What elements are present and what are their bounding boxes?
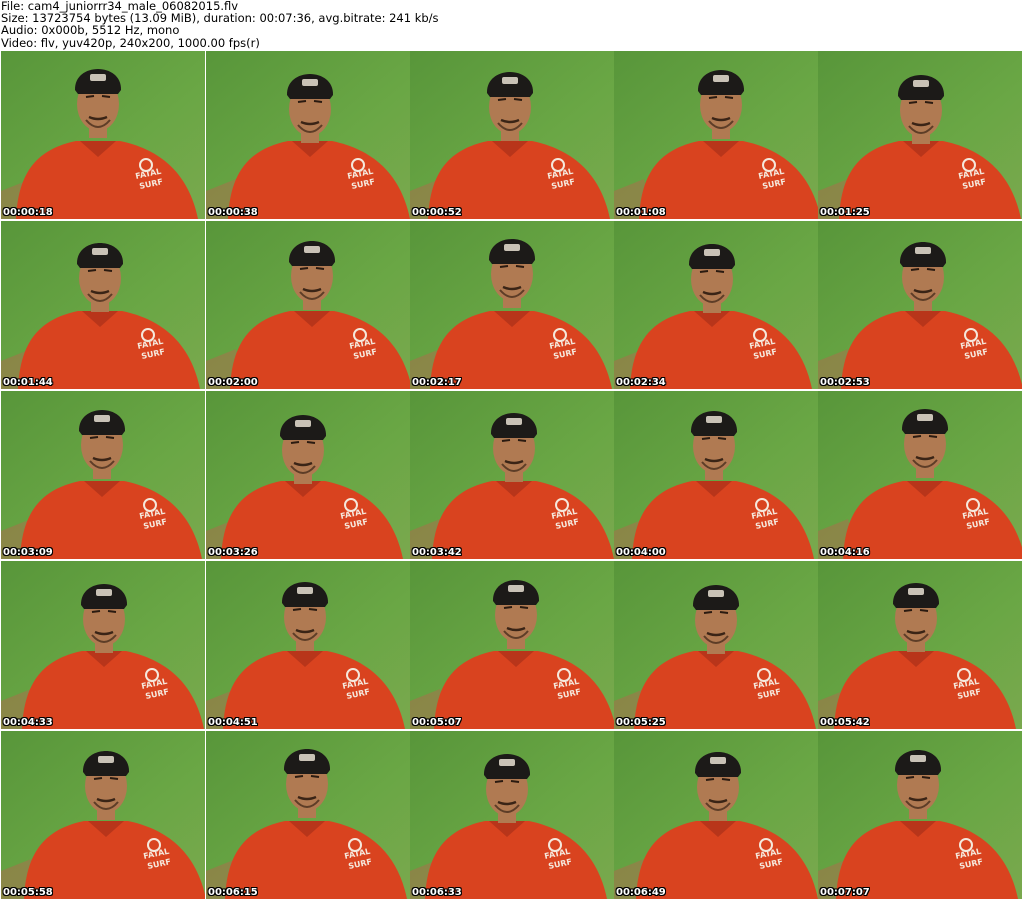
thumbnail-timestamp: 00:02:00 xyxy=(208,377,258,388)
webcam-frame-illustration: FATALSURF xyxy=(206,561,410,729)
video-thumbnail: FATAL SURF 00:02:17 xyxy=(410,221,614,389)
thumbnail-timestamp: 00:06:49 xyxy=(616,887,666,898)
webcam-frame-illustration: FATALSURF xyxy=(206,51,410,219)
video-thumbnail: FATAL SURF 00:07:07 xyxy=(818,731,1022,899)
webcam-frame-illustration: FATALSURF xyxy=(818,51,1022,219)
webcam-frame-illustration: FATALSURF xyxy=(818,731,1022,899)
thumbnail-timestamp: 00:07:07 xyxy=(820,887,870,898)
video-thumbnail: FATAL SURF 00:00:52 xyxy=(410,51,614,219)
webcam-frame-illustration: FATALSURF xyxy=(410,561,614,729)
webcam-frame-illustration: FATALSURF xyxy=(818,561,1022,729)
thumbnail-timestamp: 00:06:33 xyxy=(412,887,462,898)
webcam-frame-illustration: FATALSURF xyxy=(1,391,205,559)
webcam-frame-illustration: FATALSURF xyxy=(614,221,818,389)
webcam-frame-illustration: FATALSURF xyxy=(410,391,614,559)
thumbnail-timestamp: 00:04:33 xyxy=(3,717,53,728)
thumbnail-timestamp: 00:00:52 xyxy=(412,207,462,218)
webcam-frame-illustration: FATALSURF xyxy=(206,731,410,899)
webcam-frame-illustration: FATALSURF xyxy=(614,391,818,559)
webcam-frame-illustration: FATALSURF xyxy=(206,391,410,559)
thumbnail-timestamp: 00:04:00 xyxy=(616,547,666,558)
webcam-frame-illustration: FATALSURF xyxy=(1,51,205,219)
video-thumbnail: FATAL SURF 00:04:51 xyxy=(206,561,410,729)
webcam-frame-illustration: FATALSURF xyxy=(410,221,614,389)
file-info-header: File: cam4_juniorrr34_male_06082015.flv … xyxy=(1,0,1021,50)
video-thumbnail: FATAL SURF 00:03:09 xyxy=(1,391,205,559)
webcam-frame-illustration: FATALSURF xyxy=(1,561,205,729)
video-thumbnail: FATAL SURF 00:06:15 xyxy=(206,731,410,899)
webcam-frame-illustration: FATALSURF xyxy=(1,221,205,389)
thumbnail-timestamp: 00:05:58 xyxy=(3,887,53,898)
thumbnail-timestamp: 00:00:38 xyxy=(208,207,258,218)
video-thumbnail: FATAL SURF 00:06:49 xyxy=(614,731,818,899)
video-thumbnail: FATAL SURF 00:02:53 xyxy=(818,221,1022,389)
video-thumbnail: FATAL SURF 00:03:42 xyxy=(410,391,614,559)
thumbnail-timestamp: 00:03:09 xyxy=(3,547,53,558)
thumbnail-timestamp: 00:02:17 xyxy=(412,377,462,388)
webcam-frame-illustration: FATALSURF xyxy=(818,221,1022,389)
webcam-frame-illustration: FATALSURF xyxy=(410,731,614,899)
video-thumbnail: FATAL SURF 00:01:08 xyxy=(614,51,818,219)
video-thumbnail: FATAL SURF 00:04:16 xyxy=(818,391,1022,559)
audio-info-line: Audio: 0x000b, 5512 Hz, mono xyxy=(1,23,180,38)
thumbnail-timestamp: 00:01:25 xyxy=(820,207,870,218)
video-thumbnail: FATAL SURF 00:01:25 xyxy=(818,51,1022,219)
video-thumbnail: FATAL SURF 00:04:33 xyxy=(1,561,205,729)
video-thumbnail: FATAL SURF 00:02:34 xyxy=(614,221,818,389)
thumbnail-timestamp: 00:02:53 xyxy=(820,377,870,388)
webcam-frame-illustration: FATALSURF xyxy=(206,221,410,389)
thumbnail-grid: FATAL SURF 00:00:18 FATAL SURF 00:00:38 FATAL S… xyxy=(1,51,1023,901)
thumbnail-timestamp: 00:03:26 xyxy=(208,547,258,558)
thumbnail-timestamp: 00:01:44 xyxy=(3,377,53,388)
webcam-frame-illustration: FATALSURF xyxy=(614,731,818,899)
video-thumbnail: FATAL SURF 00:05:58 xyxy=(1,731,205,899)
thumbnail-timestamp: 00:04:51 xyxy=(208,717,258,728)
thumbnail-timestamp: 00:01:08 xyxy=(616,207,666,218)
video-info-line: Video: flv, yuv420p, 240x200, 1000.00 fp… xyxy=(1,35,260,50)
webcam-frame-illustration: FATALSURF xyxy=(1,731,205,899)
video-thumbnail: FATAL SURF 00:05:07 xyxy=(410,561,614,729)
thumbnail-timestamp: 00:06:15 xyxy=(208,887,258,898)
video-thumbnail: FATAL SURF 00:02:00 xyxy=(206,221,410,389)
webcam-frame-illustration: FATALSURF xyxy=(410,51,614,219)
video-thumbnail: FATAL SURF 00:03:26 xyxy=(206,391,410,559)
webcam-frame-illustration: FATALSURF xyxy=(614,561,818,729)
thumbnail-timestamp: 00:04:16 xyxy=(820,547,870,558)
video-thumbnail: FATAL SURF 00:05:42 xyxy=(818,561,1022,729)
thumbnail-timestamp: 00:02:34 xyxy=(616,377,666,388)
thumbnail-timestamp: 00:05:07 xyxy=(412,717,462,728)
thumbnail-timestamp: 00:05:25 xyxy=(616,717,666,728)
webcam-frame-illustration: FATALSURF xyxy=(818,391,1022,559)
webcam-frame-illustration: FATALSURF xyxy=(614,51,818,219)
video-thumbnail: FATAL SURF 00:00:18 xyxy=(1,51,205,219)
video-thumbnail: FATAL SURF 00:04:00 xyxy=(614,391,818,559)
video-thumbnail: FATAL SURF 00:05:25 xyxy=(614,561,818,729)
thumbnail-timestamp: 00:03:42 xyxy=(412,547,462,558)
video-thumbnail: FATAL SURF 00:06:33 xyxy=(410,731,614,899)
video-thumbnail: FATAL SURF 00:01:44 xyxy=(1,221,205,389)
video-thumbnail: FATAL SURF 00:00:38 xyxy=(206,51,410,219)
thumbnail-timestamp: 00:05:42 xyxy=(820,717,870,728)
thumbnail-timestamp: 00:00:18 xyxy=(3,207,53,218)
